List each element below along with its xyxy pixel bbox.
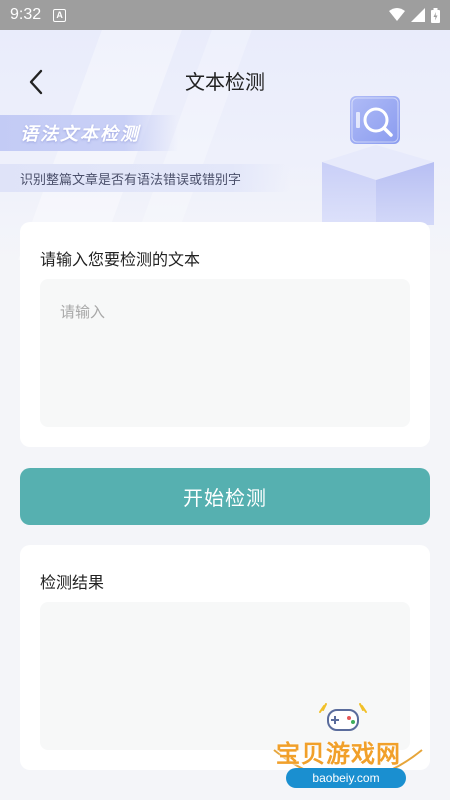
text-input[interactable] [40, 279, 410, 427]
watermark-url: baobeiy.com [286, 768, 406, 788]
result-label: 检测结果 [40, 573, 105, 592]
input-card: 请输入您要检测的文本 [20, 222, 430, 447]
watermark-text: 宝贝游戏网 [276, 740, 401, 768]
start-detection-button[interactable]: 开始检测 [20, 468, 430, 525]
watermark-logo: 宝贝游戏网 baobeiy.com [268, 700, 428, 795]
banner-title-strip: 语法文本检测 [0, 115, 178, 151]
input-label: 请输入您要检测的文本 [40, 250, 201, 269]
banner-subtitle: 识别整篇文章是否有语法错误或错别字 [0, 164, 290, 192]
status-bar: 9:32 A [0, 0, 450, 30]
battery-icon [431, 7, 440, 23]
wifi-icon [389, 8, 405, 21]
status-time: 9:32 [10, 6, 42, 23]
status-icons [389, 7, 440, 23]
banner-title: 语法文本检测 [20, 124, 140, 145]
search-box-illustration-icon [322, 96, 434, 225]
gamepad-icon [319, 703, 367, 731]
a-icon: A [53, 8, 67, 22]
signal-icon [411, 8, 425, 22]
